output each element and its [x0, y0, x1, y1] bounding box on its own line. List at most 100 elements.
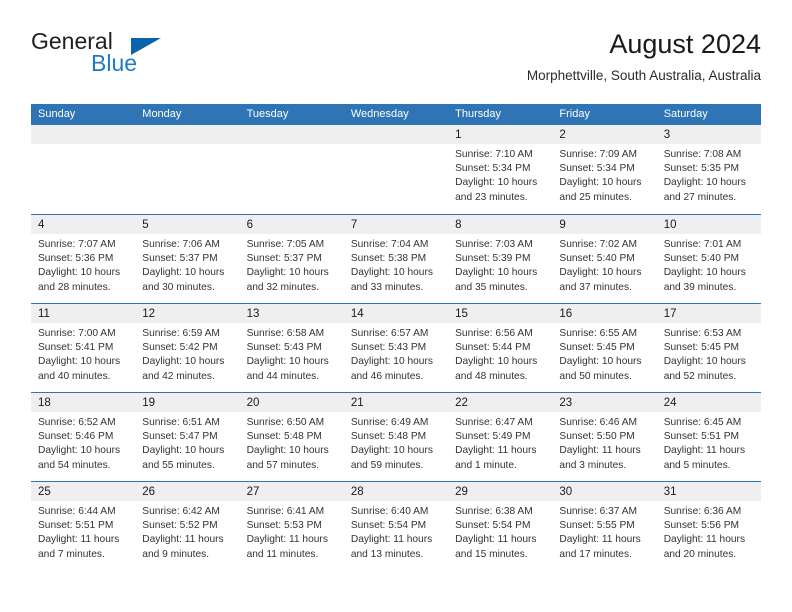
- calendar-day-cell[interactable]: 4 Sunrise: 7:07 AM Sunset: 5:36 PM Daylight…: [31, 215, 136, 303]
- day-detail-line: Sunset: 5:44 PM: [455, 342, 531, 354]
- calendar-day-cell[interactable]: 29 Sunrise: 6:38 AM Sunset: 5:54 PM Dayligh…: [448, 482, 553, 570]
- day-detail-lines: Sunrise: 7:05 AM Sunset: 5:37 PM Daylight:…: [240, 234, 344, 295]
- calendar-day-cell[interactable]: 30 Sunrise: 6:37 AM Sunset: 5:55 PM Dayligh…: [552, 482, 657, 570]
- calendar-day-cell[interactable]: 24 Sunrise: 6:45 AM Sunset: 5:51 PM Dayligh…: [656, 393, 761, 481]
- day-detail-line: Sunrise: 6:45 AM: [663, 417, 742, 428]
- calendar-day-cell[interactable]: 20 Sunrise: 6:50 AM Sunset: 5:48 PM Dayligh…: [239, 393, 344, 481]
- calendar-day-cell[interactable]: 7 Sunrise: 7:04 AM Sunset: 5:38 PM Daylight…: [343, 215, 449, 303]
- calendar-day-cell[interactable]: 11 Sunrise: 7:00 AM Sunset: 5:41 PM Dayligh…: [31, 304, 136, 392]
- day-detail-lines: Sunrise: 7:02 AM Sunset: 5:40 PM Daylight:…: [552, 234, 656, 295]
- day-detail-line: Sunrise: 6:46 AM: [559, 417, 637, 428]
- calendar-day-cell[interactable]: 12 Sunrise: 6:59 AM Sunset: 5:42 PM Dayligh…: [135, 304, 240, 392]
- day-detail-lines: Sunrise: 6:58 AM Sunset: 5:43 PM Daylight:…: [240, 323, 344, 384]
- day-detail-line: Sunset: 5:42 PM: [142, 342, 218, 354]
- day-detail-line: Sunrise: 7:09 AM: [559, 149, 637, 160]
- day-detail-line: Daylight: 10 hours: [142, 445, 225, 457]
- calendar-day-cell[interactable]: 3 Sunrise: 7:08 AM Sunset: 5:35 PM Daylight…: [656, 125, 761, 214]
- day-number: 16: [559, 308, 573, 320]
- day-detail-line: and 32 minutes.: [246, 281, 320, 293]
- calendar-day-cell[interactable]: 25 Sunrise: 6:44 AM Sunset: 5:51 PM Dayligh…: [31, 482, 136, 570]
- day-detail-lines: Sunrise: 7:10 AM Sunset: 5:34 PM Daylight:…: [448, 144, 552, 205]
- day-detail-lines: Sunrise: 7:00 AM Sunset: 5:41 PM Daylight:…: [31, 323, 135, 384]
- day-number-band: 15: [448, 304, 553, 323]
- day-number: 27: [246, 486, 260, 498]
- day-detail-line: and 17 minutes.: [559, 548, 632, 560]
- day-number: 5: [142, 219, 149, 231]
- day-number-band: 9: [552, 215, 657, 234]
- day-number-band: 23: [552, 393, 657, 412]
- day-detail-line: Sunset: 5:38 PM: [350, 253, 427, 265]
- calendar-day-cell[interactable]: 27 Sunrise: 6:41 AM Sunset: 5:53 PM Dayligh…: [239, 482, 344, 570]
- calendar-day-cell[interactable]: 5 Sunrise: 7:06 AM Sunset: 5:37 PM Daylight…: [135, 215, 240, 303]
- calendar-day-cell[interactable]: 17 Sunrise: 6:53 AM Sunset: 5:45 PM Dayligh…: [656, 304, 761, 392]
- calendar-day-cell[interactable]: 9 Sunrise: 7:02 AM Sunset: 5:40 PM Daylight…: [552, 215, 657, 303]
- day-detail-line: and 37 minutes.: [559, 281, 632, 293]
- calendar-day-cell[interactable]: 26 Sunrise: 6:42 AM Sunset: 5:52 PM Dayligh…: [135, 482, 240, 570]
- calendar-day-cell[interactable]: 15 Sunrise: 6:56 AM Sunset: 5:44 PM Dayligh…: [448, 304, 553, 392]
- day-detail-line: and 57 minutes.: [246, 459, 320, 471]
- day-detail-line: Daylight: 10 hours: [38, 356, 121, 368]
- day-number: 31: [663, 486, 677, 498]
- day-detail-line: Sunrise: 6:49 AM: [350, 417, 429, 428]
- calendar-day-cell[interactable]: 14 Sunrise: 6:57 AM Sunset: 5:43 PM Dayligh…: [343, 304, 449, 392]
- day-number: 4: [38, 219, 45, 231]
- day-detail-lines: Sunrise: 6:55 AM Sunset: 5:45 PM Daylight:…: [552, 323, 656, 384]
- day-detail-line: Daylight: 10 hours: [246, 267, 329, 279]
- day-number-band: 20: [239, 393, 344, 412]
- day-detail-lines: Sunrise: 7:03 AM Sunset: 5:39 PM Daylight:…: [448, 234, 552, 295]
- day-number-band: 19: [135, 393, 240, 412]
- calendar-day-cell[interactable]: 21 Sunrise: 6:49 AM Sunset: 5:48 PM Dayligh…: [343, 393, 449, 481]
- calendar-day-cell[interactable]: 31 Sunrise: 6:36 AM Sunset: 5:56 PM Dayligh…: [656, 482, 761, 570]
- calendar-day-cell[interactable]: 22 Sunrise: 6:47 AM Sunset: 5:49 PM Dayligh…: [448, 393, 553, 481]
- general-blue-logo[interactable]: General Blue: [31, 28, 261, 84]
- day-detail-line: Daylight: 10 hours: [455, 356, 538, 368]
- day-detail-lines: Sunrise: 6:51 AM Sunset: 5:47 PM Daylight:…: [135, 412, 239, 473]
- calendar-day-cell[interactable]: 19 Sunrise: 6:51 AM Sunset: 5:47 PM Dayligh…: [135, 393, 240, 481]
- day-detail-line: and 11 minutes.: [246, 548, 319, 560]
- day-detail-lines: Sunrise: 7:09 AM Sunset: 5:34 PM Daylight:…: [552, 144, 656, 205]
- weekday-header-tuesday: Tuesday: [246, 108, 289, 120]
- day-detail-line: Sunrise: 6:36 AM: [663, 506, 742, 517]
- day-number: 9: [559, 219, 566, 231]
- day-number: 1: [455, 129, 462, 141]
- calendar-day-cell[interactable]: 6 Sunrise: 7:05 AM Sunset: 5:37 PM Daylight…: [239, 215, 344, 303]
- day-number-band: 14: [343, 304, 449, 323]
- day-number-band: [343, 125, 449, 144]
- calendar-day-cell[interactable]: 28 Sunrise: 6:40 AM Sunset: 5:54 PM Dayligh…: [343, 482, 449, 570]
- day-number-band: 5: [135, 215, 240, 234]
- day-detail-line: Daylight: 11 hours: [142, 534, 224, 546]
- calendar-day-cell[interactable]: 13 Sunrise: 6:58 AM Sunset: 5:43 PM Dayligh…: [239, 304, 344, 392]
- day-detail-line: and 23 minutes.: [455, 191, 528, 203]
- day-detail-line: Sunrise: 6:56 AM: [455, 328, 533, 339]
- day-detail-line: Sunset: 5:49 PM: [455, 431, 531, 443]
- day-detail-line: Sunrise: 6:44 AM: [38, 506, 116, 517]
- calendar-day-cell[interactable]: 16 Sunrise: 6:55 AM Sunset: 5:45 PM Dayligh…: [552, 304, 657, 392]
- calendar-day-cell[interactable]: 2 Sunrise: 7:09 AM Sunset: 5:34 PM Daylight…: [552, 125, 657, 214]
- calendar-day-cell[interactable]: 10 Sunrise: 7:01 AM Sunset: 5:40 PM Dayligh…: [656, 215, 761, 303]
- day-detail-lines: Sunrise: 7:01 AM Sunset: 5:40 PM Daylight:…: [657, 234, 761, 295]
- day-number: 13: [246, 308, 260, 320]
- calendar-day-cell[interactable]: 8 Sunrise: 7:03 AM Sunset: 5:39 PM Daylight…: [448, 215, 553, 303]
- calendar-day-cell[interactable]: 18 Sunrise: 6:52 AM Sunset: 5:46 PM Dayligh…: [31, 393, 136, 481]
- day-detail-line: Sunset: 5:40 PM: [559, 253, 635, 265]
- day-number: 6: [246, 219, 253, 231]
- calendar-day-cell[interactable]: 1 Sunrise: 7:10 AM Sunset: 5:34 PM Daylight…: [448, 125, 553, 214]
- day-number: 23: [559, 397, 573, 409]
- day-detail-line: Sunrise: 6:53 AM: [663, 328, 742, 339]
- day-detail-line: and 55 minutes.: [142, 459, 215, 471]
- day-detail-lines: Sunrise: 6:57 AM Sunset: 5:43 PM Daylight:…: [344, 323, 448, 384]
- day-detail-line: Daylight: 10 hours: [455, 267, 538, 279]
- day-number: 19: [142, 397, 156, 409]
- page-subtitle: Morphettville, South Australia, Australi…: [526, 68, 761, 83]
- day-detail-line: Sunset: 5:45 PM: [663, 342, 740, 354]
- day-detail-line: and 30 minutes.: [142, 281, 215, 293]
- day-number-band: 31: [656, 482, 761, 501]
- day-number: 30: [559, 486, 573, 498]
- day-number-band: 21: [343, 393, 449, 412]
- day-detail-lines: Sunrise: 7:04 AM Sunset: 5:38 PM Daylight:…: [344, 234, 448, 295]
- day-number: 24: [663, 397, 677, 409]
- day-detail-line: Sunset: 5:43 PM: [246, 342, 322, 354]
- day-number: 10: [663, 219, 677, 231]
- day-number: 8: [455, 219, 462, 231]
- calendar-day-cell[interactable]: 23 Sunrise: 6:46 AM Sunset: 5:50 PM Dayligh…: [552, 393, 657, 481]
